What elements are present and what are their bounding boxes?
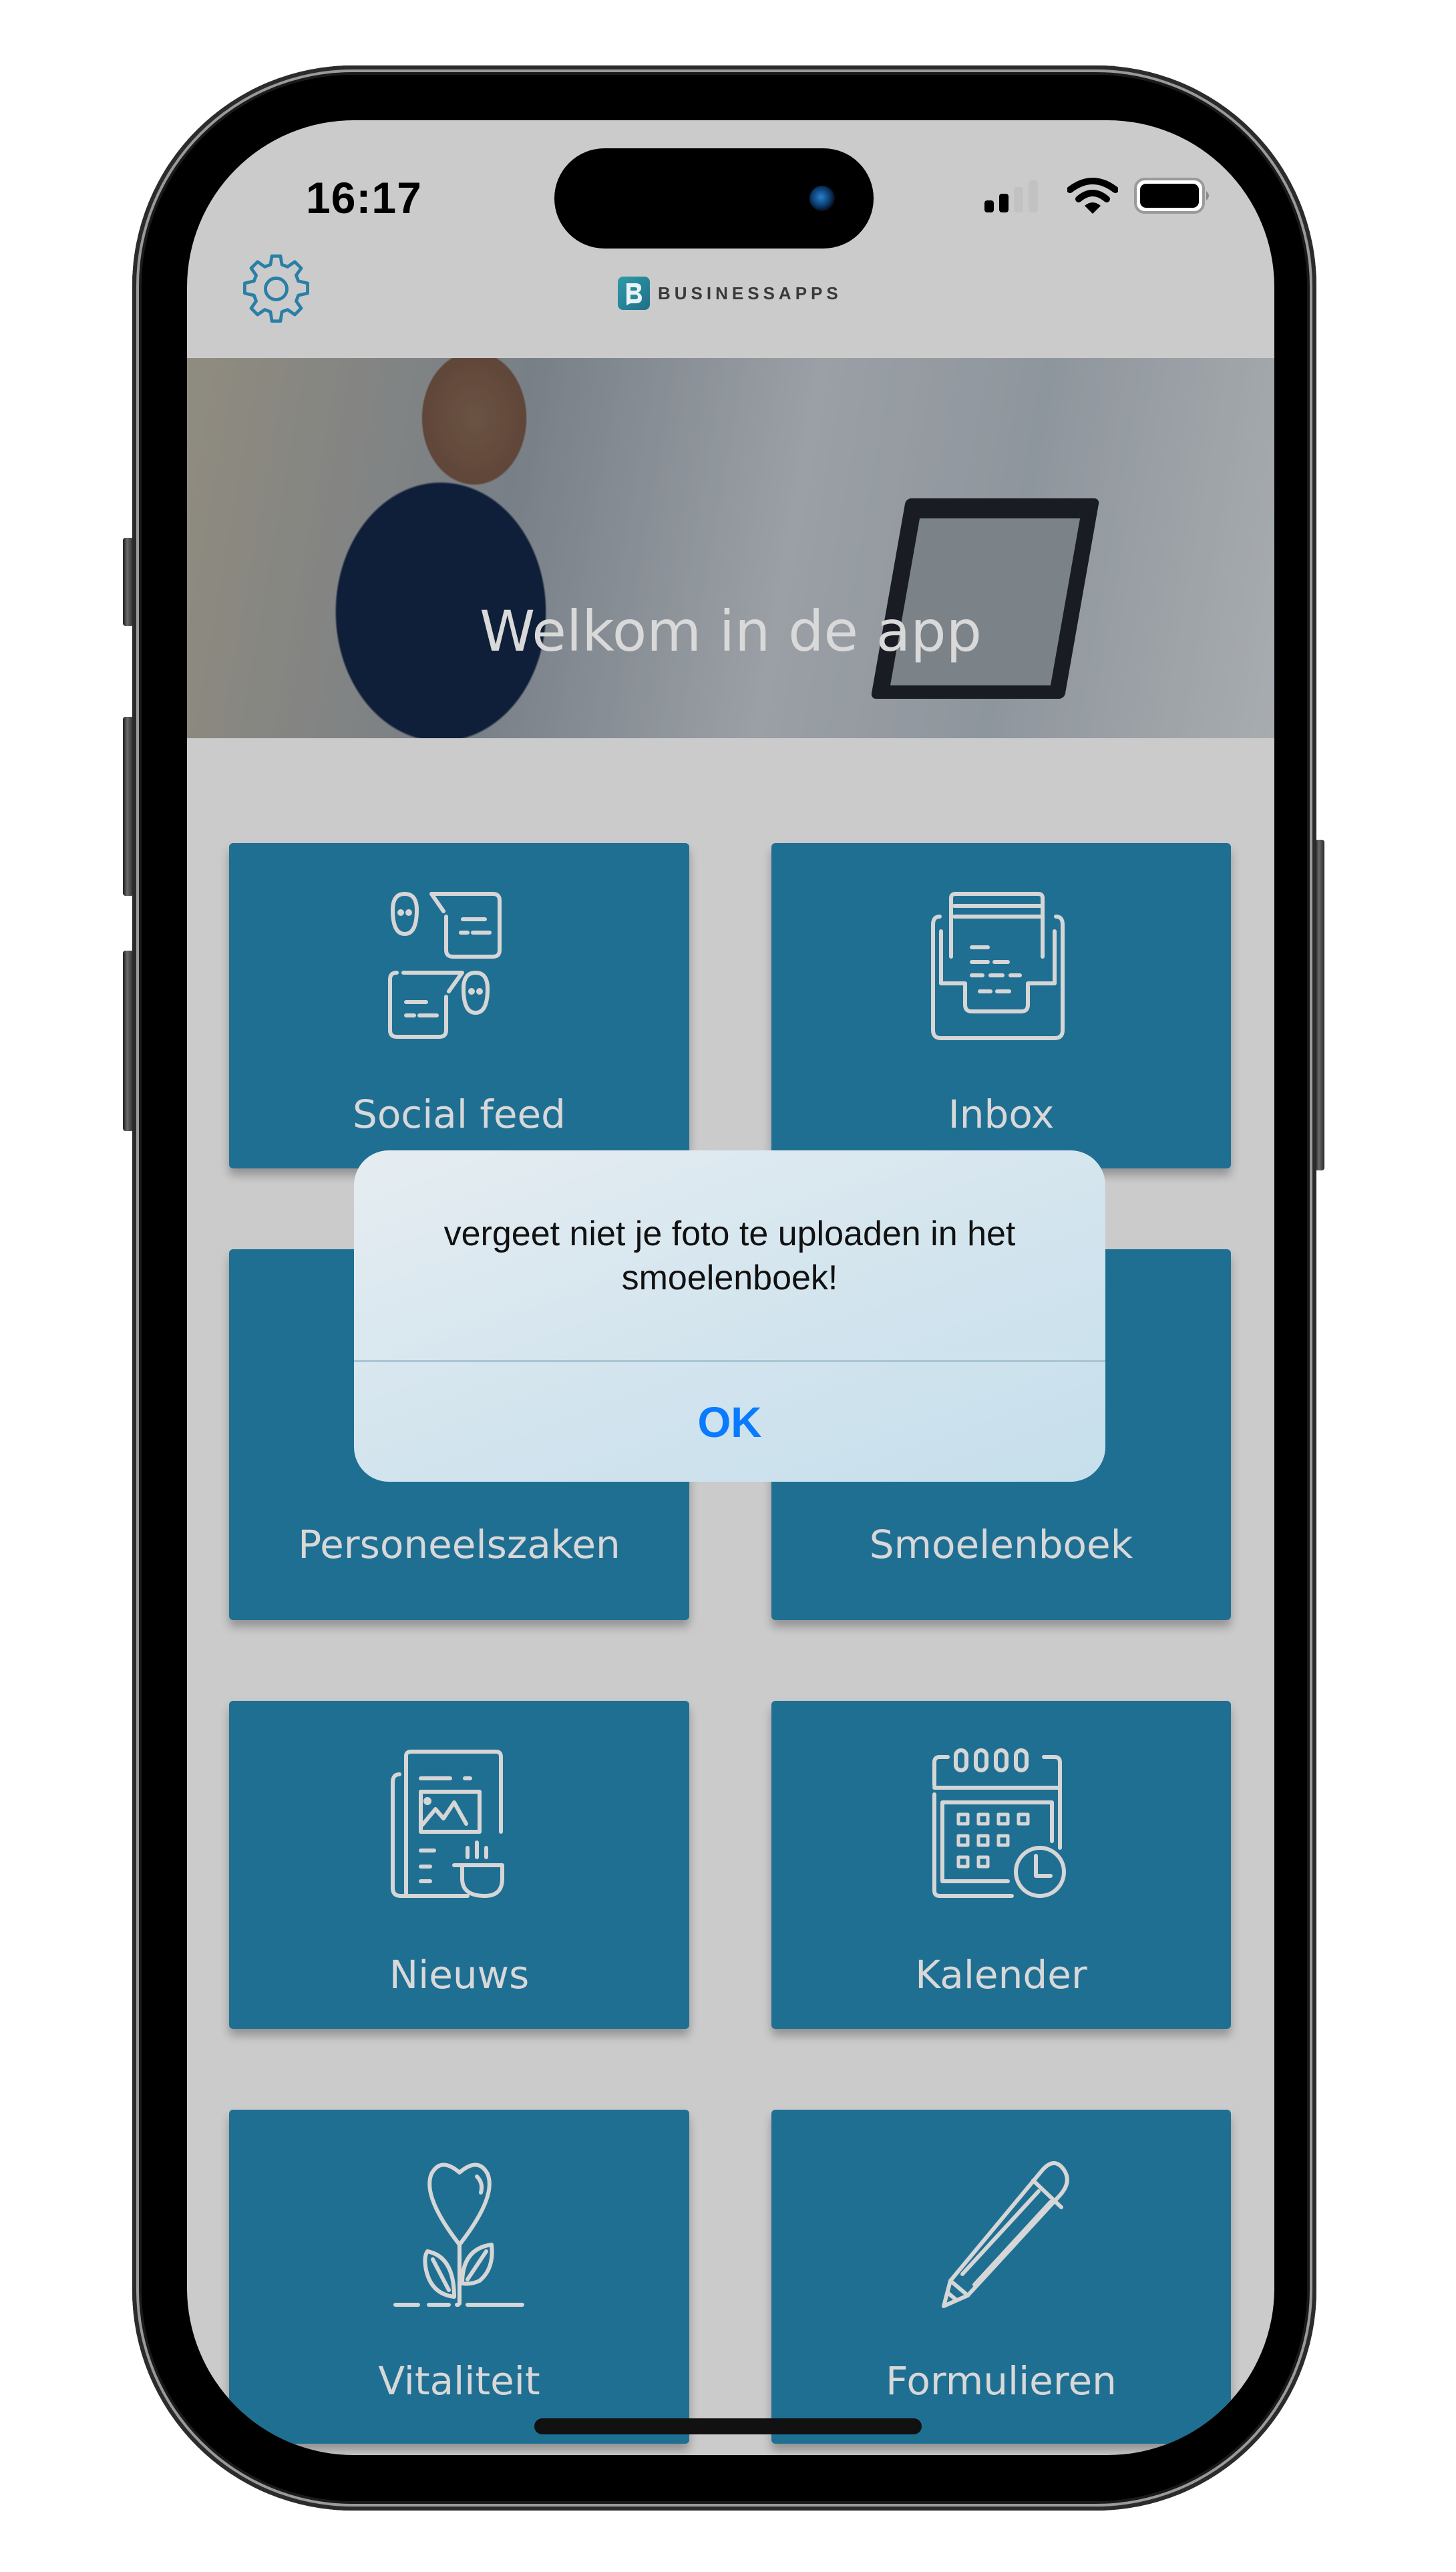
gear-icon (243, 254, 309, 323)
status-time: 16:17 (306, 173, 422, 222)
social-chat-icon (387, 892, 502, 1039)
tile-label: Inbox (948, 1092, 1055, 1137)
hero-banner: Welkom in de app (187, 358, 1274, 738)
dynamic-island (554, 148, 874, 249)
tile-formulieren[interactable]: Formulieren (771, 2110, 1231, 2444)
alert-dialog: vergeet niet je foto te uploaden in het … (354, 1150, 1105, 1482)
alert-message: vergeet niet je foto te uploaden in het … (443, 1215, 1016, 1297)
tile-label: Personeelszaken (298, 1522, 620, 1567)
tile-label: Nieuws (389, 1952, 530, 1997)
wifi-icon (1067, 178, 1119, 215)
app-screen: 16:17 BUSINESSAPPS Welkom in de app Soci… (187, 120, 1274, 2455)
logo-text: BUSINESSAPPS (658, 283, 842, 303)
pencil-icon (942, 2161, 1069, 2308)
tile-kalender[interactable]: Kalender (771, 1701, 1231, 2029)
tile-social-feed[interactable]: Social feed (229, 843, 689, 1168)
tile-nieuws[interactable]: Nieuws (229, 1701, 689, 2029)
alert-ok-button[interactable]: OK (354, 1362, 1105, 1482)
camera-icon (809, 186, 835, 211)
tile-label: Vitaliteit (378, 2358, 540, 2404)
hero-title: Welkom in de app (480, 599, 982, 664)
calendar-clock-icon (932, 1748, 1066, 1898)
tile-label: Kalender (915, 1952, 1087, 1997)
tile-vitaliteit[interactable]: Vitaliteit (229, 2110, 689, 2444)
inbox-tray-icon (931, 892, 1065, 1040)
power-button (1315, 840, 1324, 1170)
app-logo: BUSINESSAPPS (618, 276, 842, 311)
tile-label: Formulieren (886, 2358, 1117, 2404)
battery-icon (1134, 178, 1213, 215)
tile-label: Smoelenboek (869, 1522, 1133, 1567)
newspaper-icon (390, 1750, 504, 1898)
hero-dim (187, 358, 1274, 738)
settings-button[interactable] (240, 253, 312, 325)
logo-mark (618, 277, 650, 310)
signal-icon (982, 179, 1042, 214)
tile-label: Social feed (353, 1092, 566, 1137)
home-indicator[interactable] (534, 2418, 922, 2434)
tile-inbox[interactable]: Inbox (771, 843, 1231, 1168)
heart-plant-icon (393, 2162, 524, 2307)
